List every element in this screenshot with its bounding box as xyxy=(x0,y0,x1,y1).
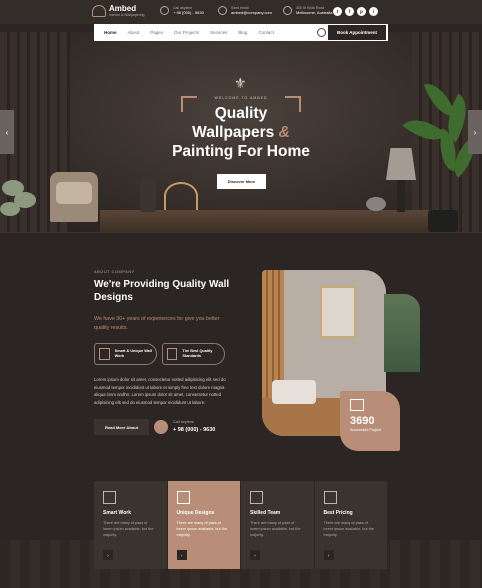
contact-value: ambed@company.com xyxy=(231,10,272,15)
arrow-right-icon[interactable]: › xyxy=(103,550,113,560)
plant-left xyxy=(0,172,40,232)
stat-value: 3690 xyxy=(350,415,375,427)
book-appointment-button[interactable]: Book Appointment xyxy=(328,25,386,40)
pill-label: Smart & Unique Wall Work xyxy=(114,349,152,358)
contact-value: + 98 (000) - 9630 xyxy=(173,10,204,15)
feature-title: Unique Designs xyxy=(176,510,215,516)
contact-phone[interactable]: Call anytime + 98 (000) - 9630 xyxy=(160,6,204,15)
top-bar: Ambed Interior & Wallpapering Call anyti… xyxy=(0,0,482,24)
paint-roller-icon xyxy=(176,491,190,504)
price-tag-icon xyxy=(323,491,337,504)
decor-bowl xyxy=(366,197,386,211)
feature-desc: There are many of pass of lorem ipsum av… xyxy=(103,521,154,537)
mail-icon xyxy=(218,6,227,15)
call-label: Call anytime xyxy=(173,420,194,424)
hero-title-ampersand: & xyxy=(278,124,290,141)
search-icon[interactable] xyxy=(317,28,326,37)
plant-pot xyxy=(428,210,458,232)
feature-title: Skilled Team xyxy=(250,510,281,516)
hero-pretitle: WELCOME TO AMBED xyxy=(214,96,268,100)
brand-name: Ambed xyxy=(109,4,137,13)
nav-item-contact[interactable]: Contact xyxy=(258,30,274,35)
feature-desc: There are many of pass of lorem ipsum av… xyxy=(250,521,301,537)
about-body: Lorem ipsum dolor sit amet, consectetur … xyxy=(94,377,226,405)
discover-more-button[interactable]: Discover More xyxy=(217,174,266,189)
document-icon xyxy=(350,399,364,411)
facebook-icon[interactable]: f xyxy=(345,7,354,16)
feature-title: Smart Work xyxy=(103,510,131,516)
location-icon xyxy=(283,6,292,15)
feature-title: Best Pricing xyxy=(323,510,353,516)
armchair-seat xyxy=(56,182,92,204)
instagram-icon[interactable]: i xyxy=(369,7,378,16)
brand-tagline: Interior & Wallpapering xyxy=(109,13,145,17)
feature-card-skilled-team[interactable]: Skilled Team There are many of pass of l… xyxy=(241,481,315,569)
feature-pill-quality: The Best Quality Standards xyxy=(162,343,225,365)
sofa xyxy=(272,380,316,404)
nav-item-about[interactable]: About xyxy=(128,30,140,35)
wall-art xyxy=(320,286,356,338)
phone-icon xyxy=(160,6,169,15)
arrow-right-icon[interactable]: › xyxy=(250,550,260,560)
vase xyxy=(140,178,156,212)
read-more-button[interactable]: Read More About xyxy=(94,419,149,435)
stat-label: Successful Project xyxy=(350,428,382,432)
nav-item-pages[interactable]: Pages xyxy=(150,30,163,35)
nav-item-home[interactable]: Home xyxy=(104,30,117,35)
about-image-side xyxy=(384,294,420,372)
phone-icon xyxy=(154,420,168,434)
pinterest-icon[interactable]: p xyxy=(357,7,366,16)
hero-title: Quality Wallpapers & Painting For Home xyxy=(0,104,482,161)
about-lead: We have 30+ years of experiences for giv… xyxy=(94,316,220,331)
contact-location: 380 St Kilda Road Melbourne, Australia xyxy=(283,6,332,15)
stat-card: 3690 Successful Project xyxy=(340,391,400,451)
arrow-right-icon[interactable]: › xyxy=(323,550,334,560)
contact-email[interactable]: Send email ambed@company.com xyxy=(218,6,272,15)
logo[interactable]: Ambed Interior & Wallpapering xyxy=(92,5,144,17)
features-row: Smart Work There are many of pass of lor… xyxy=(94,481,388,569)
deer-sculpture xyxy=(164,182,198,210)
social-links: t f p i xyxy=(333,7,378,16)
quality-icon xyxy=(167,348,178,360)
feature-card-smart-work[interactable]: Smart Work There are many of pass of lor… xyxy=(94,481,168,569)
feature-pill-wall-work: Smart & Unique Wall Work xyxy=(94,343,157,365)
nav-item-services[interactable]: Services xyxy=(210,30,227,35)
feature-card-unique-designs[interactable]: Unique Designs There are many of pass of… xyxy=(167,481,241,569)
logo-icon xyxy=(92,5,106,17)
arrow-right-icon[interactable]: › xyxy=(176,550,187,560)
hero-title-line-1: Quality xyxy=(214,105,268,122)
wall-work-icon xyxy=(99,348,110,360)
about-title: We're Providing Quality Wall Designs xyxy=(94,279,230,303)
hero-title-line-3: Painting For Home xyxy=(172,143,310,160)
pill-label: The Best Quality Standards xyxy=(182,349,213,358)
house-brush-icon xyxy=(103,491,116,504)
feature-desc: There are many of pass of lorem ipsum av… xyxy=(323,521,374,537)
fleur-de-lis-icon: ⚜ xyxy=(234,75,247,91)
section-divider xyxy=(0,232,482,233)
call-number[interactable]: + 98 (000) - 9630 xyxy=(173,427,215,433)
feature-card-best-pricing[interactable]: Best Pricing There are many of pass of l… xyxy=(314,481,388,569)
hero-section: ‹ › ⚜ WELCOME TO AMBED Quality Wallpaper… xyxy=(0,32,482,232)
main-nav: Home About Pages Our Projects Services B… xyxy=(94,24,388,41)
team-icon xyxy=(250,491,263,504)
nav-item-blog[interactable]: Blog xyxy=(238,30,247,35)
contact-value: Melbourne, Australia xyxy=(296,10,333,15)
twitter-icon[interactable]: t xyxy=(333,7,342,16)
lamp-base xyxy=(397,180,405,212)
feature-desc: There are many of pass of lorem ipsum av… xyxy=(176,521,227,537)
hero-title-line-2: Wallpapers xyxy=(192,124,275,141)
about-subtitle: ABOUT COMPANY xyxy=(94,270,135,274)
console-table xyxy=(100,210,450,232)
nav-item-projects[interactable]: Our Projects xyxy=(174,30,199,35)
